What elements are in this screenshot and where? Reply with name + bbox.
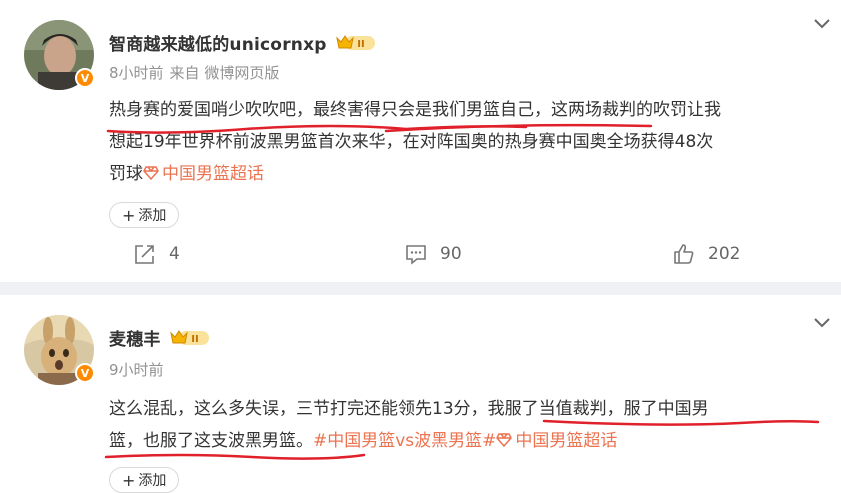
content-line: 篮，也服了这支波黑男篮。#中国男篮vs波黑男篮# 中国男篮超话 xyxy=(109,431,618,451)
content-line: 这么混乱，这么多失误，三节打完还能领先13分，我服了当值裁判，服了中国男 xyxy=(109,399,709,419)
svg-text:II: II xyxy=(357,39,364,50)
post-content: 热身赛的爱国哨少吹吹吧，最终害得只会是我们男篮自己，这两场裁判的吹罚让我 想起1… xyxy=(109,94,837,190)
comment-icon xyxy=(406,245,426,265)
content-line: 热身赛的爱国哨少吹吹吧，最终害得只会是我们男篮自己，这两场裁判的吹罚让我 xyxy=(109,100,721,120)
share-icon xyxy=(135,245,154,264)
diamond-icon xyxy=(496,433,513,447)
fan-medal-icon[interactable]: II xyxy=(335,33,377,53)
like-button[interactable]: 202 xyxy=(672,242,740,266)
post-card: V 智商越来越低的unicornxp II 8小时前 来自 微博网页版 热身赛的爱… xyxy=(0,0,841,282)
post-time[interactable]: 9小时前 xyxy=(109,361,164,379)
post-meta: 9小时前 xyxy=(109,359,170,380)
username[interactable]: 麦穗丰 xyxy=(109,325,161,350)
post-meta: 8小时前 来自 微博网页版 xyxy=(109,62,285,83)
vip-badge: V xyxy=(75,363,95,383)
share-count: 4 xyxy=(169,244,180,264)
supertopic-link[interactable]: 中国男篮超话 xyxy=(496,431,617,451)
diamond-icon xyxy=(143,166,159,180)
author-line: 智商越来越低的unicornxp II xyxy=(109,30,377,55)
chevron-down-icon[interactable] xyxy=(813,317,831,329)
chevron-down-icon[interactable] xyxy=(813,18,831,30)
action-bar: 4 90 202 xyxy=(0,240,841,270)
svg-text:II: II xyxy=(191,334,198,345)
post-source: 来自 微博网页版 xyxy=(169,64,280,82)
supertopic-link[interactable]: 中国男篮超话 xyxy=(143,164,264,184)
thumbs-up-icon xyxy=(674,244,694,264)
username[interactable]: 智商越来越低的unicornxp xyxy=(109,30,327,55)
post-content: 这么混乱，这么多失误，三节打完还能领先13分，我服了当值裁判，服了中国男 篮，也… xyxy=(109,393,837,457)
comment-count: 90 xyxy=(440,244,462,264)
like-count: 202 xyxy=(708,244,741,264)
post-time[interactable]: 8小时前 xyxy=(109,64,164,82)
content-line: 罚球 中国男篮超话 xyxy=(109,164,264,184)
topic-link[interactable]: #中国男篮vs波黑男篮# xyxy=(313,431,496,451)
post-card: V 麦穗丰 II 9小时前 这么混乱，这么多失误，三节打完还能领先13分，我服了… xyxy=(0,295,841,493)
content-line: 想起19年世界杯前波黑男篮首次来华，在对阵国奥的热身赛中国奥全场获得48次 xyxy=(109,132,714,152)
share-button[interactable]: 4 xyxy=(133,242,180,266)
comment-button[interactable]: 90 xyxy=(404,242,462,266)
add-button[interactable]: + 添加 xyxy=(109,202,180,228)
author-line: 麦穗丰 II xyxy=(109,325,211,350)
vip-badge: V xyxy=(75,68,95,88)
add-button[interactable]: + 添加 xyxy=(109,467,180,493)
fan-medal-icon[interactable]: II xyxy=(169,328,211,348)
